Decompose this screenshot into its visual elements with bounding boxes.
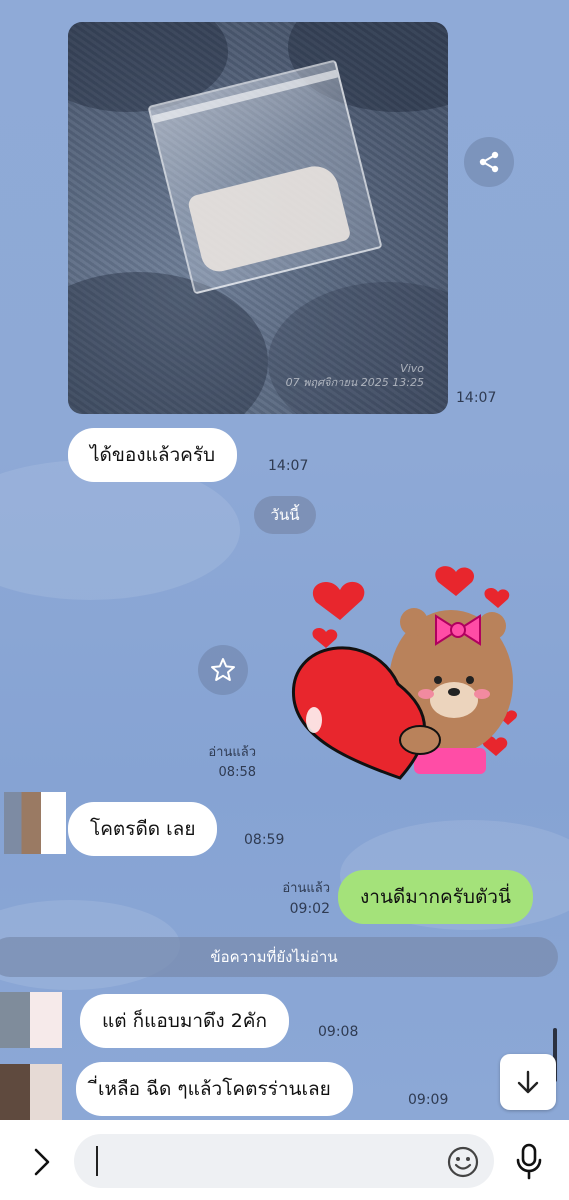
- text-cursor: [96, 1146, 98, 1176]
- share-icon: [479, 151, 499, 173]
- read-label: อ่านแล้ว: [208, 745, 256, 760]
- message-bubble[interactable]: ี่เหลือ ฉีด ๆแล้วโคตรร่านเลย: [76, 1062, 353, 1116]
- microphone-icon[interactable]: [514, 1142, 544, 1182]
- message-input[interactable]: [74, 1134, 494, 1188]
- photo-timestamp-stamp: Vivo 07 พฤศจิกายน 2025 13:25: [286, 362, 424, 390]
- stamp-line: Vivo: [400, 362, 424, 375]
- message-time: 09:08: [318, 1024, 359, 1040]
- read-receipt: อ่านแล้ว 08:58: [186, 744, 256, 782]
- scroll-to-bottom-button[interactable]: [500, 1054, 556, 1110]
- read-label: อ่านแล้ว: [282, 881, 330, 896]
- star-icon: [211, 658, 235, 681]
- message-time: 14:07: [456, 390, 497, 406]
- message-time: 14:07: [268, 458, 309, 474]
- chevron-right-icon[interactable]: [28, 1146, 56, 1178]
- message-time: 09:09: [408, 1092, 449, 1108]
- message-time: 08:59: [244, 832, 285, 848]
- message-bubble[interactable]: โคตรดีด เลย: [68, 802, 218, 856]
- avatar[interactable]: [0, 992, 62, 1048]
- chat-area[interactable]: Vivo 07 พฤศจิกายน 2025 13:25 14:07 ได้ขอ…: [0, 0, 569, 1120]
- fabric-fold: [68, 272, 268, 414]
- avatar[interactable]: [4, 792, 66, 854]
- read-receipt: อ่านแล้ว 09:02: [262, 880, 330, 918]
- avatar[interactable]: [0, 1064, 62, 1120]
- bag-contents: [186, 161, 352, 276]
- share-button[interactable]: [464, 137, 514, 187]
- message-time: 09:02: [289, 901, 330, 917]
- unread-messages-divider: ข้อความที่ยังไม่อ่าน: [0, 937, 558, 977]
- stamp-line: 07 พฤศจิกายน 2025 13:25: [285, 376, 424, 389]
- message-bubble-sent[interactable]: งานดีมากครับตัวนี่: [338, 870, 533, 924]
- bear-heart-sticker[interactable]: [286, 562, 536, 780]
- message-bubble[interactable]: แต่ ก็แอบมาดึง 2คัก: [80, 994, 289, 1048]
- date-divider: วันนี้: [254, 496, 316, 534]
- emoji-icon[interactable]: [446, 1145, 480, 1179]
- message-time: 08:58: [218, 765, 256, 780]
- arrow-down-icon: [517, 1070, 539, 1094]
- fabric-fold: [268, 282, 448, 414]
- photo-message[interactable]: Vivo 07 พฤศจิกายน 2025 13:25: [68, 22, 448, 414]
- message-bubble[interactable]: ได้ของแล้วครับ: [68, 428, 238, 482]
- sticker-favorite-button[interactable]: [198, 645, 248, 695]
